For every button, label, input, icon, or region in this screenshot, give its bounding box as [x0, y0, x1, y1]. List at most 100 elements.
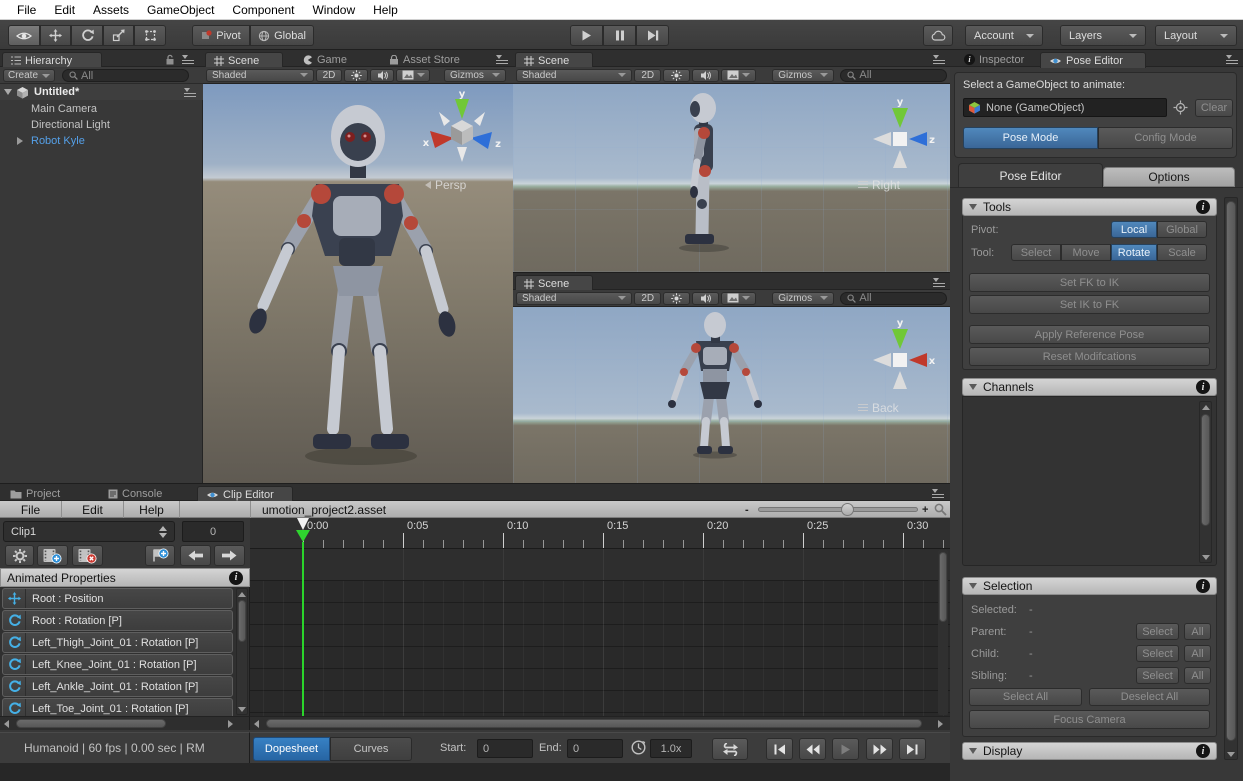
menu-assets[interactable]: Assets — [84, 0, 138, 20]
tool-move-button[interactable]: Move — [1061, 244, 1111, 261]
scene-viewport-back[interactable]: y x Back — [513, 307, 950, 484]
2d-toggle[interactable]: 2D — [316, 69, 342, 82]
delete-clip-button[interactable] — [72, 545, 103, 566]
layout-dropdown[interactable]: Layout — [1155, 25, 1237, 46]
tab-console[interactable]: Console — [100, 486, 176, 501]
fast-forward-button[interactable] — [866, 738, 893, 760]
pivot-local-button[interactable]: Local — [1111, 221, 1157, 238]
scale-tool-button[interactable] — [103, 25, 134, 46]
tab-scene[interactable]: Scene — [515, 275, 593, 291]
magnifier-icon[interactable] — [934, 503, 947, 516]
gizmos-dropdown[interactable]: Gizmos — [772, 69, 834, 82]
tab-pose-editor-sub[interactable]: Pose Editor — [958, 163, 1103, 187]
loop-toggle-button[interactable] — [712, 738, 748, 760]
layers-dropdown[interactable]: Layers — [1060, 25, 1146, 46]
scroll-up-arrow[interactable] — [1200, 402, 1211, 412]
menu-component[interactable]: Component — [223, 0, 303, 20]
start-field[interactable] — [477, 739, 533, 758]
tool-scale-button[interactable]: Scale — [1157, 244, 1207, 261]
gameobject-field[interactable]: None (GameObject) — [963, 98, 1167, 117]
clip-menu-help[interactable]: Help — [124, 501, 180, 518]
play-button[interactable] — [570, 25, 603, 46]
lighting-toggle[interactable] — [663, 292, 690, 305]
settings-button[interactable] — [5, 545, 34, 566]
scene-search[interactable] — [840, 292, 947, 305]
set-ik-to-fk-button[interactable]: Set IK to FK — [969, 295, 1210, 314]
effects-dropdown[interactable] — [396, 69, 430, 82]
tab-asset-store[interactable]: Asset Store — [381, 52, 481, 67]
pose-mode-button[interactable]: Pose Mode — [963, 127, 1098, 149]
gizmos-dropdown[interactable]: Gizmos — [772, 292, 834, 305]
scene-search-input[interactable] — [859, 69, 940, 81]
scroll-down-arrow[interactable] — [1225, 749, 1237, 759]
axis-gizmo-right[interactable]: y z — [865, 96, 935, 176]
axis-gizmo-back[interactable]: y x — [865, 317, 935, 397]
scroll-down-arrow[interactable] — [1200, 552, 1211, 562]
hierarchy-item-directional-light[interactable]: Directional Light — [31, 119, 110, 131]
select-all-button[interactable]: Select All — [969, 688, 1082, 706]
clip-select-dropdown[interactable]: Clip1 — [3, 521, 175, 542]
scrollbar-thumb[interactable] — [16, 719, 166, 728]
scene-root-row[interactable]: Untitled* — [0, 84, 203, 100]
shading-mode-dropdown[interactable]: Shaded — [516, 292, 632, 305]
scene-viewport-right[interactable]: y z Right — [513, 84, 950, 272]
next-key-button[interactable] — [214, 545, 245, 566]
scrollbar-thumb[interactable] — [238, 600, 246, 642]
pose-editor-scrollbar[interactable] — [1224, 197, 1238, 760]
timeline-zoom-slider[interactable] — [758, 507, 918, 512]
speed-input[interactable] — [656, 743, 686, 755]
lighting-toggle[interactable] — [663, 69, 690, 82]
tab-curves[interactable]: Curves — [330, 737, 412, 761]
parent-select-button[interactable]: Select — [1136, 623, 1179, 640]
tab-scene[interactable]: Scene — [205, 52, 283, 68]
deselect-all-button[interactable]: Deselect All — [1089, 688, 1210, 706]
child-select-button[interactable]: Select — [1136, 645, 1179, 662]
rewind-button[interactable] — [799, 738, 826, 760]
hierarchy-search[interactable] — [62, 69, 189, 82]
property-row[interactable]: Left_Knee_Joint_01 : Rotation [P] — [2, 654, 233, 675]
scrollbar-thumb[interactable] — [1226, 201, 1236, 741]
move-tool-button[interactable] — [40, 25, 71, 46]
pivot-toggle-button[interactable]: Pivot — [192, 25, 250, 46]
slider-thumb[interactable] — [841, 503, 854, 516]
zoom-out-minus[interactable]: - — [745, 508, 749, 512]
view-label-back[interactable]: Back — [858, 401, 899, 415]
view-tool-button[interactable] — [8, 25, 40, 46]
sibling-all-button[interactable]: All — [1184, 667, 1211, 684]
scroll-up-arrow[interactable] — [237, 589, 247, 599]
timeline-marker-strip[interactable] — [250, 549, 950, 581]
menu-edit[interactable]: Edit — [45, 0, 84, 20]
step-button[interactable] — [636, 25, 669, 46]
zoom-in-plus[interactable]: + — [922, 504, 928, 516]
shading-mode-dropdown[interactable]: Shaded — [516, 69, 632, 82]
panel-menu-icon[interactable] — [1226, 55, 1239, 64]
scene-menu-icon[interactable] — [184, 88, 197, 97]
view-label-persp[interactable]: Persp — [425, 178, 466, 192]
tab-project[interactable]: Project — [2, 486, 74, 501]
audio-toggle[interactable] — [692, 292, 719, 305]
hierarchy-item-main-camera[interactable]: Main Camera — [31, 103, 97, 115]
create-button[interactable]: Create — [3, 69, 55, 82]
scroll-right-arrow[interactable] — [938, 720, 943, 728]
global-toggle-button[interactable]: Global — [250, 25, 314, 46]
menu-help[interactable]: Help — [364, 0, 407, 20]
tab-scene[interactable]: Scene — [515, 52, 593, 68]
scroll-down-arrow[interactable] — [237, 704, 247, 714]
scene-viewport-persp[interactable]: y x z Persp — [203, 84, 513, 483]
properties-scrollbar[interactable] — [236, 588, 248, 715]
clip-menu-edit[interactable]: Edit — [62, 501, 124, 518]
rect-tool-button[interactable] — [134, 25, 166, 46]
channels-scrollbar[interactable] — [1199, 401, 1212, 563]
scrollbar-thumb[interactable] — [1201, 414, 1210, 526]
audio-toggle[interactable] — [370, 69, 394, 82]
keyframe-grid[interactable] — [250, 581, 950, 716]
tab-inspector[interactable]: i Inspector — [956, 52, 1038, 67]
clear-button[interactable]: Clear — [1195, 99, 1233, 117]
play-animation-button[interactable] — [832, 738, 859, 760]
playhead-flag[interactable] — [297, 518, 309, 530]
lighting-toggle[interactable] — [344, 69, 368, 82]
menu-gameobject[interactable]: GameObject — [138, 0, 223, 20]
tab-clip-editor[interactable]: Clip Editor — [197, 486, 293, 502]
scene-search-input[interactable] — [859, 292, 940, 304]
playhead-marker[interactable] — [296, 530, 310, 542]
